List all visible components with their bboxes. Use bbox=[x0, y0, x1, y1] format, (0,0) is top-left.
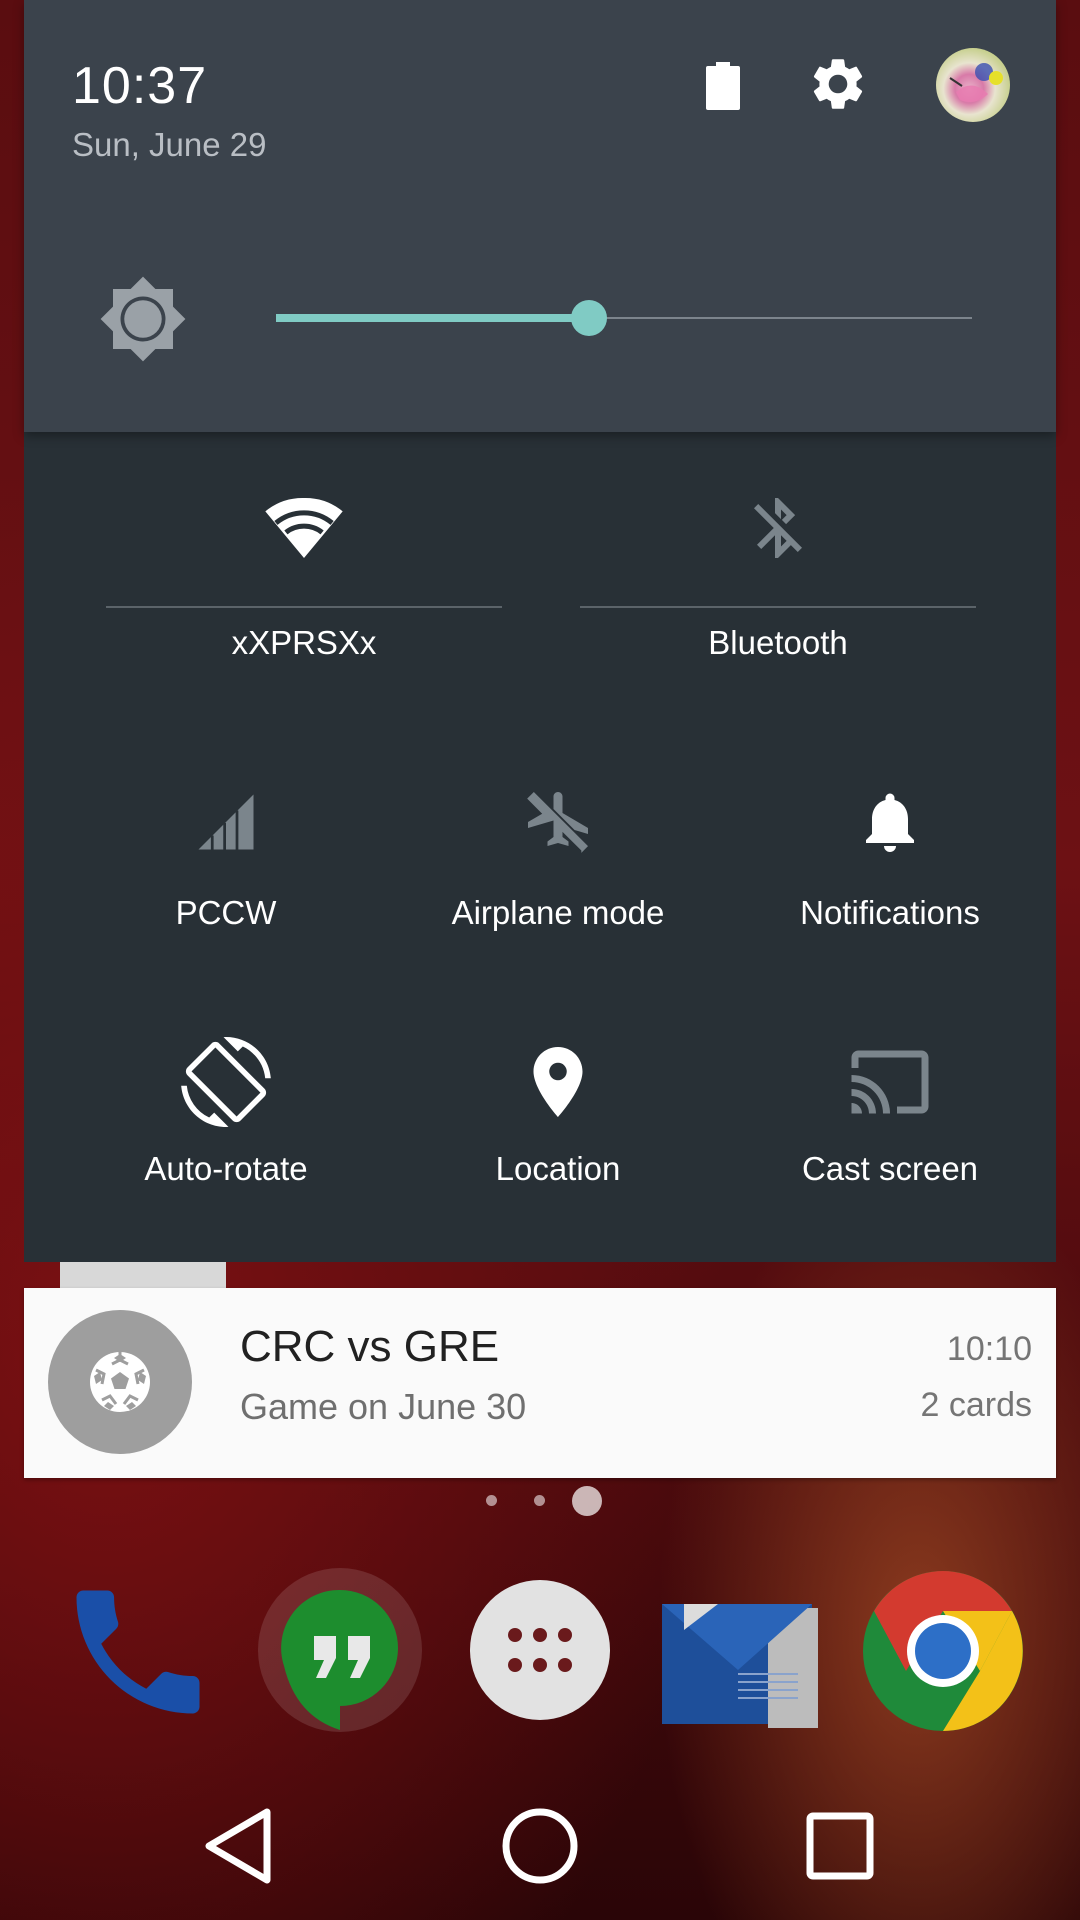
battery-icon[interactable] bbox=[700, 58, 746, 114]
tile-location-label: Location bbox=[495, 1150, 621, 1187]
notification-count: 2 cards bbox=[920, 1386, 1033, 1424]
settings-gear-icon[interactable] bbox=[804, 50, 872, 118]
page-dot bbox=[534, 1495, 545, 1506]
bluetooth-off-icon bbox=[738, 488, 818, 568]
tile-auto-rotate[interactable]: Auto-rotate bbox=[64, 1032, 388, 1187]
notification-time: 10:10 bbox=[946, 1330, 1032, 1368]
tile-bluetooth-label: Bluetooth bbox=[708, 624, 848, 661]
wifi-icon bbox=[264, 488, 344, 568]
chrome-icon[interactable] bbox=[862, 1570, 1024, 1732]
tile-airplane-label: Airplane mode bbox=[451, 894, 665, 931]
notification-text: Game on June 30 bbox=[240, 1386, 527, 1427]
screen-rotation-icon bbox=[176, 1032, 276, 1132]
tile-bluetooth[interactable]: Bluetooth bbox=[580, 488, 976, 668]
location-pin-icon bbox=[508, 1032, 608, 1132]
hangouts-icon[interactable] bbox=[256, 1566, 424, 1734]
tile-cast-screen[interactable]: Cast screen bbox=[728, 1032, 1052, 1187]
slider-thumb[interactable] bbox=[571, 300, 608, 336]
phone-icon[interactable] bbox=[56, 1570, 220, 1734]
airplane-off-icon bbox=[518, 782, 598, 862]
notification-title: CRC vs GRE bbox=[240, 1322, 500, 1371]
newsstand-icon[interactable] bbox=[658, 1590, 826, 1730]
signal-icon bbox=[186, 782, 266, 862]
tile-wifi-label: xXPRSXx bbox=[231, 624, 377, 661]
slider-fill bbox=[276, 314, 590, 322]
app-drawer-icon[interactable] bbox=[470, 1580, 610, 1720]
clock-date[interactable]: Sun, June 29 bbox=[72, 126, 267, 164]
tile-divider bbox=[106, 606, 502, 608]
quick-settings-tiles: xXPRSXx Bluetooth PCCW Airplane mode Not… bbox=[24, 432, 1056, 1262]
notification-card[interactable]: CRC vs GRE Game on June 30 10:10 2 cards bbox=[24, 1288, 1056, 1478]
brightness-slider[interactable] bbox=[276, 300, 972, 336]
quick-settings-header: 10:37 Sun, June 29 bbox=[24, 0, 1056, 432]
tile-notifications-label: Notifications bbox=[800, 894, 980, 931]
back-icon[interactable] bbox=[148, 1772, 328, 1920]
user-avatar[interactable] bbox=[936, 48, 1010, 122]
tile-mobile-data[interactable]: PCCW bbox=[64, 782, 388, 931]
page-dot bbox=[486, 1495, 497, 1506]
recents-icon[interactable] bbox=[750, 1772, 930, 1920]
home-icon[interactable] bbox=[450, 1772, 630, 1920]
background-widget-edge bbox=[60, 1262, 226, 1288]
clock-time[interactable]: 10:37 bbox=[72, 56, 207, 116]
tile-auto-rotate-label: Auto-rotate bbox=[144, 1150, 308, 1187]
tile-divider bbox=[580, 606, 976, 608]
tile-location[interactable]: Location bbox=[396, 1032, 720, 1187]
tile-wifi[interactable]: xXPRSXx bbox=[106, 488, 502, 668]
bell-icon bbox=[850, 782, 930, 862]
tile-cast-label: Cast screen bbox=[801, 1150, 979, 1187]
tile-notifications[interactable]: Notifications bbox=[728, 782, 1052, 931]
cast-icon bbox=[840, 1032, 940, 1132]
navigation-bar bbox=[0, 1772, 1080, 1920]
soccer-ball-icon bbox=[48, 1310, 192, 1454]
tile-airplane[interactable]: Airplane mode bbox=[396, 782, 720, 931]
page-dot-active bbox=[572, 1486, 602, 1516]
brightness-icon bbox=[98, 274, 188, 364]
page-indicator bbox=[0, 1484, 1080, 1516]
tile-mobile-label: PCCW bbox=[175, 894, 277, 931]
